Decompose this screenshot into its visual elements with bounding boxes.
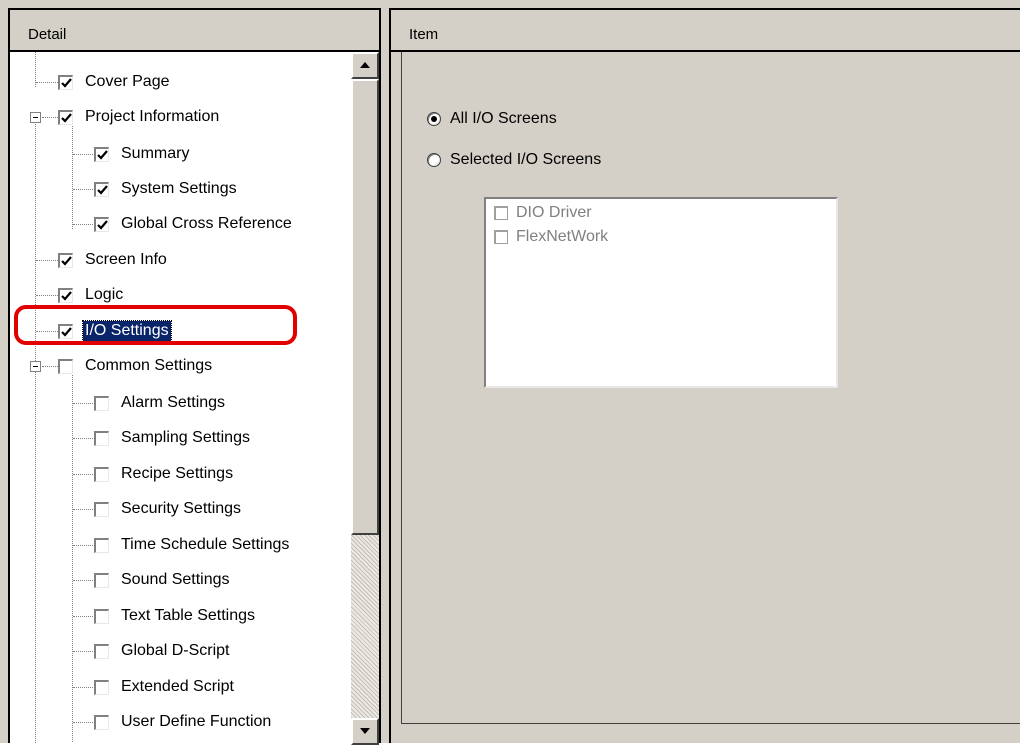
detail-panel: Detail Cover Page Project Information Su… [8, 8, 381, 745]
detail-header: Detail [10, 10, 379, 52]
checkbox-unchecked-icon[interactable] [94, 395, 109, 411]
collapse-icon[interactable] [30, 361, 41, 372]
tree-item-time-schedule-settings[interactable]: Time Schedule Settings [94, 533, 291, 557]
tree-item-summary[interactable]: Summary [94, 142, 191, 166]
tree-item-user-define-function[interactable]: User Define Function [94, 710, 273, 734]
checkbox-checked-icon[interactable] [58, 287, 73, 303]
checkbox-unchecked-icon[interactable] [58, 358, 73, 374]
tree-item-sampling-settings[interactable]: Sampling Settings [94, 426, 252, 450]
window-top-edge [0, 0, 1020, 8]
checkbox-unchecked-icon[interactable] [94, 643, 109, 659]
window-left-edge [0, 0, 8, 743]
tree-item-security-settings[interactable]: Security Settings [94, 497, 243, 521]
checkbox-unchecked-icon[interactable] [94, 572, 109, 588]
tree-item-global-cross-reference[interactable]: Global Cross Reference [94, 212, 294, 236]
checkbox-unchecked-icon[interactable] [94, 714, 109, 730]
checkbox-checked-icon[interactable] [58, 109, 73, 125]
detail-tree: Cover Page Project Information Summary S… [10, 52, 351, 743]
tree-item-cover-page[interactable]: Cover Page [58, 70, 172, 94]
radio-unselected-icon[interactable] [427, 153, 441, 167]
checkbox-unchecked-icon[interactable] [94, 466, 109, 482]
scroll-down-button[interactable] [351, 718, 379, 745]
checkbox-checked-icon[interactable] [94, 146, 109, 162]
checkbox-unchecked-icon[interactable] [94, 608, 109, 624]
checkbox-checked-icon[interactable] [94, 216, 109, 232]
selected-io-screens-option[interactable]: Selected I/O Screens [427, 151, 601, 169]
tree-item-text-table-settings[interactable]: Text Table Settings [94, 604, 257, 628]
collapse-icon[interactable] [30, 112, 41, 123]
tree-item-sound-settings[interactable]: Sound Settings [94, 568, 232, 592]
tree-line [72, 124, 73, 229]
list-item-flexnetwork[interactable]: FlexNetWork [494, 228, 608, 246]
all-io-screens-option[interactable]: All I/O Screens [427, 110, 557, 128]
item-header: Item [391, 10, 1020, 52]
checkbox-unchecked-icon[interactable] [94, 501, 109, 517]
tree-item-common-settings[interactable]: Common Settings [58, 354, 214, 378]
tree-item-screen-info[interactable]: Screen Info [58, 248, 169, 272]
checkbox-unchecked-icon[interactable] [94, 679, 109, 695]
tree-line [35, 117, 36, 743]
tree-item-io-settings[interactable]: I/O Settings [58, 319, 172, 343]
checkbox-unchecked-icon[interactable] [494, 206, 508, 220]
panel-splitter[interactable] [381, 0, 389, 743]
arrow-up-icon [360, 62, 370, 68]
tree-item-project-information[interactable]: Project Information [58, 105, 221, 129]
checkbox-checked-icon[interactable] [58, 323, 73, 339]
checkbox-checked-icon[interactable] [58, 74, 73, 90]
checkbox-checked-icon[interactable] [94, 181, 109, 197]
tree-item-logic[interactable]: Logic [58, 283, 125, 307]
checkbox-unchecked-icon[interactable] [94, 537, 109, 553]
checkbox-checked-icon[interactable] [58, 252, 73, 268]
tree-item-global-d-script[interactable]: Global D-Script [94, 639, 231, 663]
scroll-up-button[interactable] [351, 52, 379, 79]
tree-item-alarm-settings[interactable]: Alarm Settings [94, 391, 227, 415]
checkbox-unchecked-icon[interactable] [494, 230, 508, 244]
tree-item-recipe-settings[interactable]: Recipe Settings [94, 462, 235, 486]
list-item-dio-driver[interactable]: DIO Driver [494, 204, 592, 222]
checkbox-unchecked-icon[interactable] [94, 430, 109, 446]
scroll-thumb[interactable] [351, 79, 379, 535]
arrow-down-icon [360, 728, 370, 734]
radio-selected-icon[interactable] [427, 112, 441, 126]
tree-scrollbar[interactable] [351, 52, 379, 745]
tree-item-system-settings[interactable]: System Settings [94, 177, 239, 201]
tree-item-extended-script[interactable]: Extended Script [94, 675, 236, 699]
io-screen-list[interactable]: DIO Driver FlexNetWork [484, 197, 838, 388]
